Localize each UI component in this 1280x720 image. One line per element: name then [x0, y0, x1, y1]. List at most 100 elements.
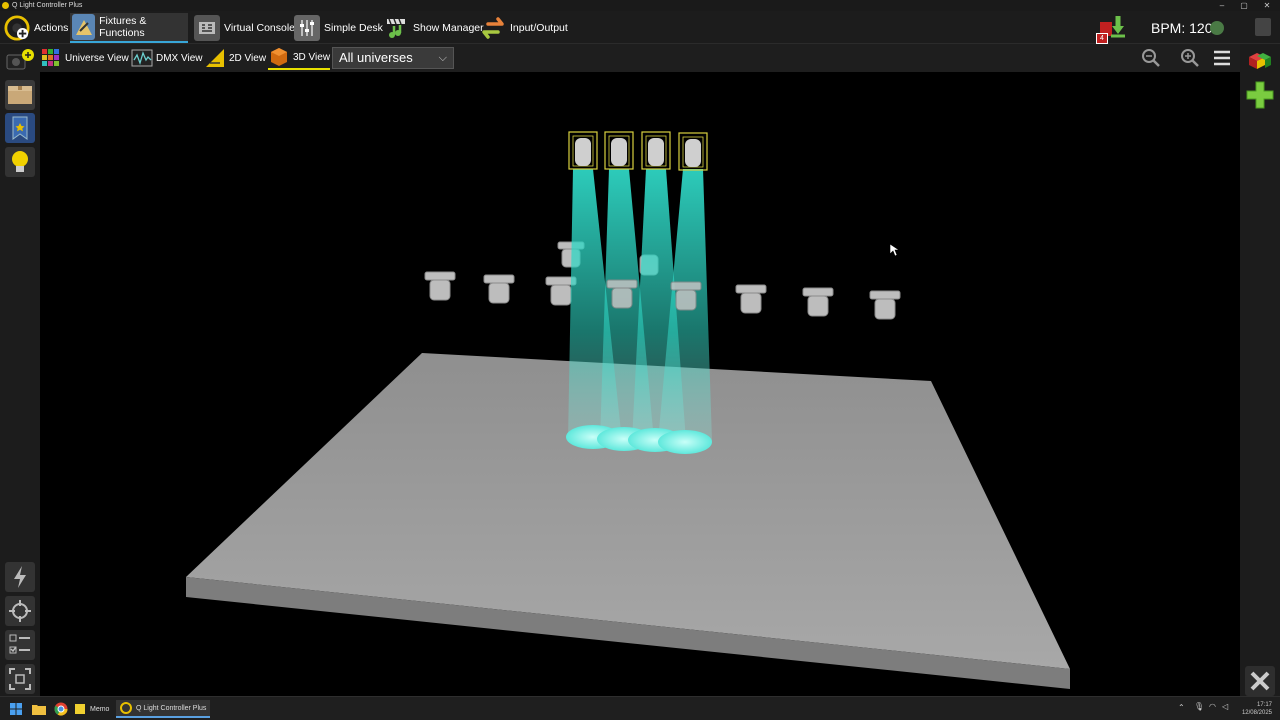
stage-scene[interactable] [40, 72, 1240, 696]
panel-toggle-button[interactable] [1255, 18, 1271, 36]
moving-head-fixture[interactable] [483, 274, 515, 304]
3d-view-icon [268, 46, 290, 68]
selected-fixtures[interactable] [568, 131, 708, 171]
tab-actions-label: Actions [34, 22, 69, 34]
input-output-icon [480, 15, 506, 41]
hamburger-menu-icon [1214, 50, 1230, 66]
tab-dmx-view[interactable]: DMX View [131, 46, 203, 70]
box-icon [8, 86, 32, 104]
fixtures-icon [72, 14, 96, 40]
moving-head-fixture-selected[interactable] [641, 131, 671, 170]
tab-show-manager[interactable]: Show Manager [381, 13, 488, 43]
3d-viewport[interactable] [40, 72, 1240, 696]
tab-3d-view[interactable]: 3D View [268, 46, 331, 70]
close-icon [1250, 671, 1270, 691]
2d-view-icon [204, 47, 226, 69]
minimize-button[interactable]: – [1214, 0, 1230, 11]
moving-head-fixture[interactable] [735, 284, 767, 314]
moving-head-fixture[interactable] [424, 271, 456, 301]
moving-head-fixture-selected[interactable] [568, 131, 598, 170]
virtual-console-icon [194, 15, 220, 41]
tab-fixtures-functions-label: Fixtures & Functions [99, 15, 147, 39]
moving-head-fixture[interactable] [606, 279, 638, 309]
volume-icon[interactable]: ◁ [1222, 702, 1228, 711]
crosshair-icon [9, 600, 31, 622]
file-explorer-icon[interactable] [32, 703, 46, 717]
tab-simple-desk-label: Simple Desk [324, 22, 383, 34]
moving-head-fixture[interactable] [670, 281, 702, 311]
view-toolbar: Universe View DMX View 2D View 3D View A… [40, 44, 1240, 72]
moving-head-fixture[interactable] [802, 287, 834, 317]
zoom-in-button[interactable] [1178, 47, 1202, 69]
tab-2d-view-label: 2D View [229, 52, 267, 64]
mouse-cursor-icon [889, 243, 900, 257]
plus-icon [1246, 81, 1274, 109]
intensity-button[interactable] [5, 147, 35, 177]
tab-universe-view-label: Universe View [65, 52, 129, 64]
zoom-in-icon [1181, 49, 1199, 67]
checklist-icon [9, 634, 30, 654]
zoom-out-icon [1142, 49, 1160, 67]
taskbar-item-memo[interactable]: Memo [74, 700, 109, 718]
memo-icon [75, 704, 85, 714]
fixture-browser-button[interactable] [5, 46, 35, 76]
close-panel-button[interactable] [1245, 666, 1275, 696]
close-window-button[interactable]: ✕ [1259, 0, 1275, 11]
tab-virtual-console-label: Virtual Console [224, 22, 296, 34]
function-cubes-icon [1249, 53, 1271, 69]
fixture-updates-button[interactable]: 4 [1094, 14, 1130, 44]
app-logo-icon [2, 2, 9, 9]
qlc-app-icon [120, 702, 132, 714]
right-sidebar [1240, 44, 1280, 696]
bpm-label[interactable]: BPM: 120 [1151, 20, 1212, 36]
bookmark-star-icon [12, 116, 28, 140]
chevron-down-icon: ⌵ [438, 52, 447, 64]
dmx-view-icon [131, 47, 153, 69]
tab-actions[interactable]: Actions [2, 13, 72, 43]
moving-head-fixture[interactable] [869, 290, 901, 320]
selection-icon [9, 668, 31, 690]
moving-head-fixture-selected[interactable] [604, 131, 634, 170]
main-toolbar: Actions Fixtures & Functions Virtual Con… [0, 11, 1280, 44]
show-manager-icon [383, 15, 409, 41]
tab-virtual-console[interactable]: Virtual Console [192, 13, 299, 43]
chrome-icon[interactable] [54, 702, 68, 718]
wifi-icon[interactable]: ◠ [1209, 702, 1216, 711]
universe-select[interactable]: All universes ⌵ [332, 47, 454, 69]
system-clock[interactable]: 17:17 12/08/2025 [1238, 701, 1272, 717]
menu-button[interactable] [1210, 47, 1234, 69]
tab-input-output[interactable]: Input/Output [478, 13, 572, 43]
microphone-icon[interactable]: 🎙 [1194, 702, 1204, 711]
tab-simple-desk[interactable]: Simple Desk [292, 13, 387, 43]
fixture-add-icon [6, 49, 34, 70]
palettes-button[interactable] [5, 113, 35, 143]
tab-show-manager-label: Show Manager [413, 22, 484, 34]
window-titlebar: Q Light Controller Plus – ▢ ✕ [0, 0, 1280, 11]
position-button[interactable] [5, 596, 35, 626]
flash-button[interactable] [5, 562, 35, 592]
tab-dmx-view-label: DMX View [156, 52, 203, 64]
taskbar-item-memo-label: Memo [90, 705, 110, 713]
notification-badge: 4 [1096, 33, 1108, 44]
taskbar-item-qlc[interactable]: Q Light Controller Plus [116, 700, 211, 718]
tray-chevron-icon[interactable]: ⌃ [1178, 703, 1185, 712]
bpm-indicator [1210, 21, 1224, 35]
tab-2d-view[interactable]: 2D View [204, 46, 266, 70]
functions-button[interactable] [1245, 46, 1275, 76]
tab-input-output-label: Input/Output [510, 22, 568, 34]
select-area-button[interactable] [5, 664, 35, 694]
tab-universe-view[interactable]: Universe View [40, 46, 129, 70]
lightbulb-icon [12, 151, 28, 172]
actions-icon [4, 15, 30, 41]
windows-start-icon[interactable] [10, 703, 22, 717]
clock-time: 17:17 [1256, 702, 1272, 708]
add-function-button[interactable] [1245, 80, 1275, 110]
clock-date: 12/08/2025 [1241, 710, 1272, 716]
maximize-button[interactable]: ▢ [1236, 0, 1252, 11]
fixture-groups-button[interactable] [5, 80, 35, 110]
zoom-out-button[interactable] [1139, 47, 1163, 69]
tab-fixtures-functions[interactable]: Fixtures & Functions [70, 13, 188, 43]
universe-select-value: All universes [339, 50, 413, 65]
moving-head-fixture-selected[interactable] [678, 132, 708, 171]
checklist-button[interactable] [5, 630, 35, 660]
